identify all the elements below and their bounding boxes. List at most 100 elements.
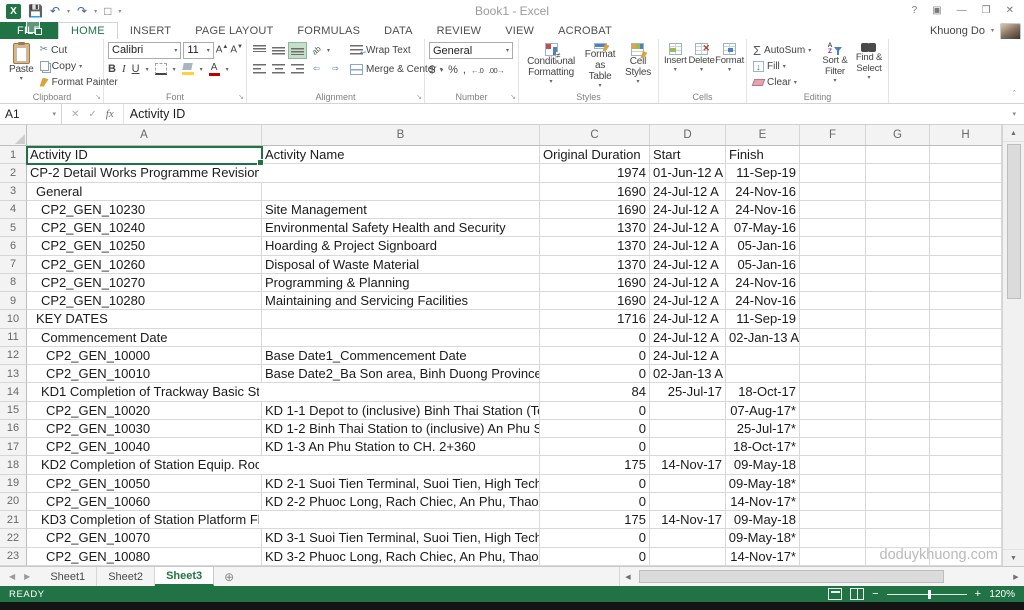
tab-review[interactable]: REVIEW [425,22,494,39]
cell-C17[interactable]: 0 [540,438,650,456]
row-header-16[interactable]: 16 [0,420,27,438]
row-header-2[interactable]: 2 [0,164,27,182]
tab-file[interactable]: FILE [0,22,58,39]
decrease-decimal-icon[interactable]: .00→ [488,66,504,75]
tab-formulas[interactable]: FORMULAS [285,22,372,39]
cell-H13[interactable] [930,365,1002,383]
cell-D10[interactable]: 24-Jul-12 A [650,310,726,328]
cell-E1[interactable]: Finish [726,146,800,164]
cell-E13[interactable] [726,365,800,383]
cell-E5[interactable]: 07-May-16 [726,219,800,237]
cell-H14[interactable] [930,383,1002,401]
cell-C21[interactable]: 175 [540,511,650,529]
cell-D18[interactable]: 14-Nov-17 [650,456,726,474]
sheet-next-icon[interactable]: ▶ [24,572,30,581]
row-header-12[interactable]: 12 [0,347,27,365]
cell-F15[interactable] [800,402,866,420]
cell-F19[interactable] [800,475,866,493]
cell-A2[interactable]: CP-2 Detail Works Programme Revision 8 -… [27,164,262,182]
cell-F16[interactable] [800,420,866,438]
expand-formula-bar-icon[interactable]: ▾ [1004,104,1024,124]
col-header-A[interactable]: A [27,125,262,145]
col-header-H[interactable]: H [930,125,1002,145]
col-header-B[interactable]: B [262,125,540,145]
cell-E19[interactable]: 09-May-18* [726,475,800,493]
font-dialog-launcher[interactable]: ↘ [238,94,244,101]
scroll-down-icon[interactable]: ▼ [1003,549,1024,566]
cell-F5[interactable] [800,219,866,237]
cell-F11[interactable] [800,329,866,347]
cell-A16[interactable]: CP2_GEN_10030 [27,420,262,438]
cell-C13[interactable]: 0 [540,365,650,383]
cell-C23[interactable]: 0 [540,548,650,566]
cell-H2[interactable] [930,164,1002,182]
cell-F13[interactable] [800,365,866,383]
cell-C9[interactable]: 1690 [540,292,650,310]
cell-H6[interactable] [930,237,1002,255]
cell-G12[interactable] [866,347,930,365]
zoom-in-icon[interactable]: + [975,589,981,600]
cell-E4[interactable]: 24-Nov-16 [726,201,800,219]
cell-B14[interactable] [262,383,540,401]
align-top-button[interactable] [251,43,268,58]
cell-F17[interactable] [800,438,866,456]
cell-B7[interactable]: Disposal of Waste Material [262,256,540,274]
align-left-button[interactable] [251,62,268,77]
italic-button[interactable]: I [122,63,126,75]
cell-B13[interactable]: Base Date2_Ba Son area, Binh Duong Provi… [262,365,540,383]
cell-F12[interactable] [800,347,866,365]
row-header-10[interactable]: 10 [0,310,27,328]
cell-C14[interactable]: 84 [540,383,650,401]
save-icon[interactable]: 💾 [28,5,43,17]
cell-D20[interactable] [650,493,726,511]
cell-C12[interactable]: 0 [540,347,650,365]
increase-indent-button[interactable]: ⇨ [327,62,344,77]
cell-G22[interactable] [866,529,930,547]
cell-D23[interactable] [650,548,726,566]
cell-B11[interactable] [262,329,540,347]
row-header-11[interactable]: 11 [0,329,27,347]
tab-acrobat[interactable]: ACROBAT [546,22,624,39]
help-icon[interactable]: ? [912,6,918,16]
cell-B18[interactable] [262,456,540,474]
name-box[interactable]: A1 ▾ [0,104,62,124]
page-layout-view-icon[interactable] [828,588,842,600]
cell-F14[interactable] [800,383,866,401]
horizontal-scroll-thumb[interactable] [639,570,944,583]
cancel-icon[interactable]: ✕ [71,109,79,120]
row-header-4[interactable]: 4 [0,201,27,219]
cell-C15[interactable]: 0 [540,402,650,420]
cell-A21[interactable]: KD3 Completion of Station Platform Floor… [27,511,262,529]
alignment-dialog-launcher[interactable]: ↘ [416,94,422,101]
cell-C16[interactable]: 0 [540,420,650,438]
cell-G17[interactable] [866,438,930,456]
cell-E6[interactable]: 05-Jan-16 [726,237,800,255]
cell-A4[interactable]: CP2_GEN_10230 [27,201,262,219]
cell-E11[interactable]: 02-Jan-13 A [726,329,800,347]
sheet-tab-sheet3[interactable]: Sheet3 [155,567,214,586]
cell-F21[interactable] [800,511,866,529]
select-all-corner[interactable] [0,125,27,145]
undo-icon[interactable]: ↶ [50,5,60,17]
sheet-prev-icon[interactable]: ◀ [9,572,15,581]
cell-C8[interactable]: 1690 [540,274,650,292]
cell-D12[interactable]: 24-Jul-12 A [650,347,726,365]
scroll-right-icon[interactable]: ▶ [1008,567,1024,586]
cell-G8[interactable] [866,274,930,292]
row-header-21[interactable]: 21 [0,511,27,529]
cell-G4[interactable] [866,201,930,219]
cell-A17[interactable]: CP2_GEN_10040 [27,438,262,456]
col-header-G[interactable]: G [866,125,930,145]
cell-D17[interactable] [650,438,726,456]
minimize-icon[interactable]: — [957,6,967,16]
row-header-19[interactable]: 19 [0,475,27,493]
cell-G9[interactable] [866,292,930,310]
cell-C3[interactable]: 1690 [540,183,650,201]
cell-G19[interactable] [866,475,930,493]
row-header-17[interactable]: 17 [0,438,27,456]
sort-filter-button[interactable]: AZ Sort & Filter▾ [819,42,851,90]
cell-H16[interactable] [930,420,1002,438]
cell-B23[interactable]: KD 3-2 Phuoc Long, Rach Chiec, An Phu, T… [262,548,540,566]
cell-F22[interactable] [800,529,866,547]
new-sheet-icon[interactable]: ⊕ [214,567,244,586]
